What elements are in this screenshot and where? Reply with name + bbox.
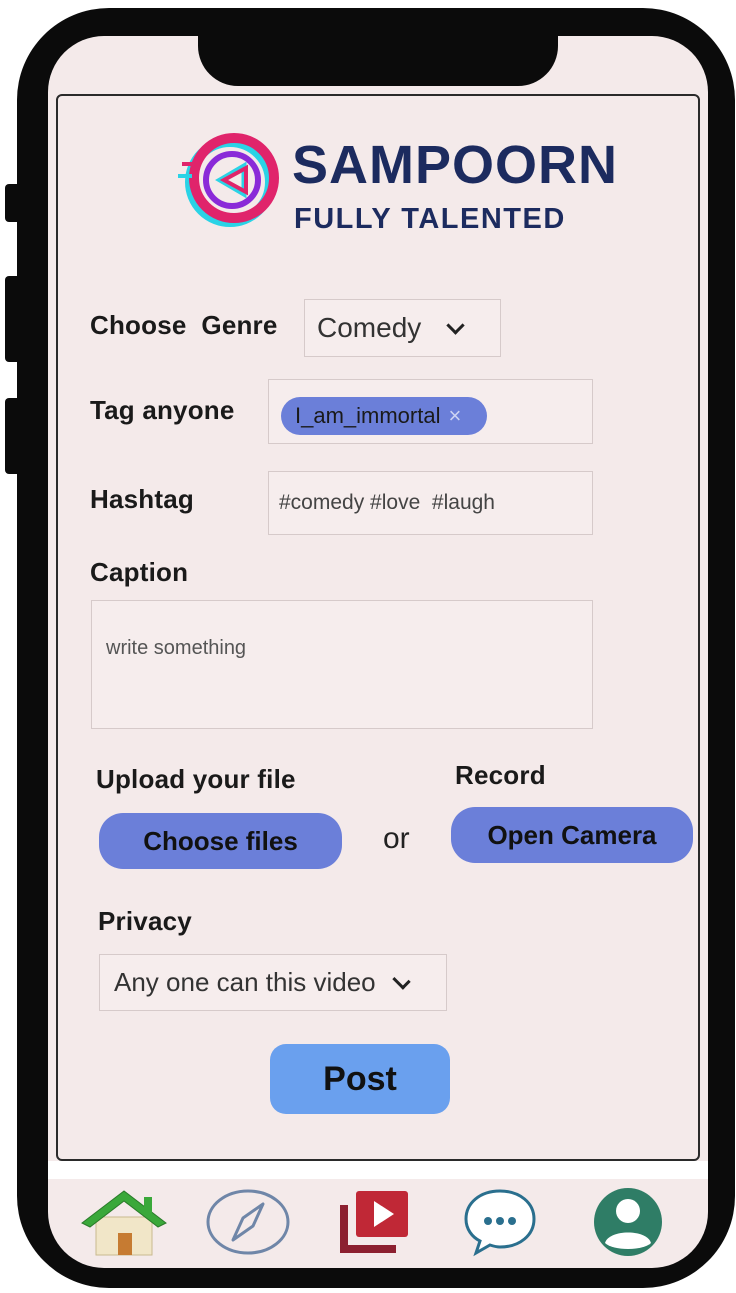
nav-home[interactable]	[76, 1182, 172, 1262]
logo-icon	[176, 130, 288, 230]
notch	[198, 8, 558, 86]
side-button-volume-up	[5, 276, 21, 362]
tag-label: Tag anyone	[90, 395, 235, 425]
caption-placeholder: write something	[106, 637, 247, 659]
tag-chip: I_am_immortal ×	[281, 397, 487, 435]
profile-icon	[594, 1188, 662, 1256]
video-library-icon	[340, 1191, 408, 1253]
hashtag-input[interactable]: #comedy #love #laugh	[268, 471, 593, 535]
caption-label: Caption	[90, 557, 189, 587]
privacy-select[interactable]: Any one can this video	[99, 954, 447, 1011]
nav-divider	[48, 1161, 708, 1179]
post-button[interactable]: Post	[270, 1044, 450, 1114]
close-icon[interactable]: ×	[448, 403, 461, 429]
or-separator: or	[383, 822, 410, 855]
chat-icon	[464, 1189, 536, 1257]
brand-name: SAMPOORN	[292, 135, 619, 195]
record-label: Record	[455, 760, 546, 790]
choose-files-button[interactable]: Choose files	[99, 813, 342, 869]
hashtag-label: Hashtag	[90, 484, 194, 514]
side-button-mute	[5, 184, 21, 222]
hashtag-value: #comedy #love #laugh	[279, 491, 495, 514]
chevron-down-icon	[391, 971, 411, 990]
chevron-down-icon	[446, 315, 465, 335]
tag-input[interactable]: I_am_immortal ×	[268, 379, 593, 444]
nav-messages[interactable]	[452, 1182, 548, 1262]
nav-profile[interactable]	[580, 1182, 676, 1262]
open-camera-button[interactable]: Open Camera	[451, 807, 693, 863]
nav-explore[interactable]	[200, 1182, 296, 1262]
genre-label: Choose Genre	[90, 310, 278, 340]
upload-label: Upload your file	[96, 764, 296, 794]
tag-chip-label: I_am_immortal	[295, 403, 441, 428]
nav-videos[interactable]	[326, 1182, 422, 1262]
privacy-value: Any one can this video	[114, 967, 376, 997]
privacy-label: Privacy	[98, 906, 192, 936]
side-button-volume-down	[5, 398, 21, 474]
compass-icon	[206, 1189, 290, 1255]
genre-value: Comedy	[317, 312, 422, 343]
home-icon	[81, 1190, 167, 1256]
genre-select[interactable]: Comedy	[304, 299, 501, 357]
caption-textarea[interactable]: write something	[91, 600, 593, 729]
brand-tagline: FULLY TALENTED	[294, 203, 566, 235]
